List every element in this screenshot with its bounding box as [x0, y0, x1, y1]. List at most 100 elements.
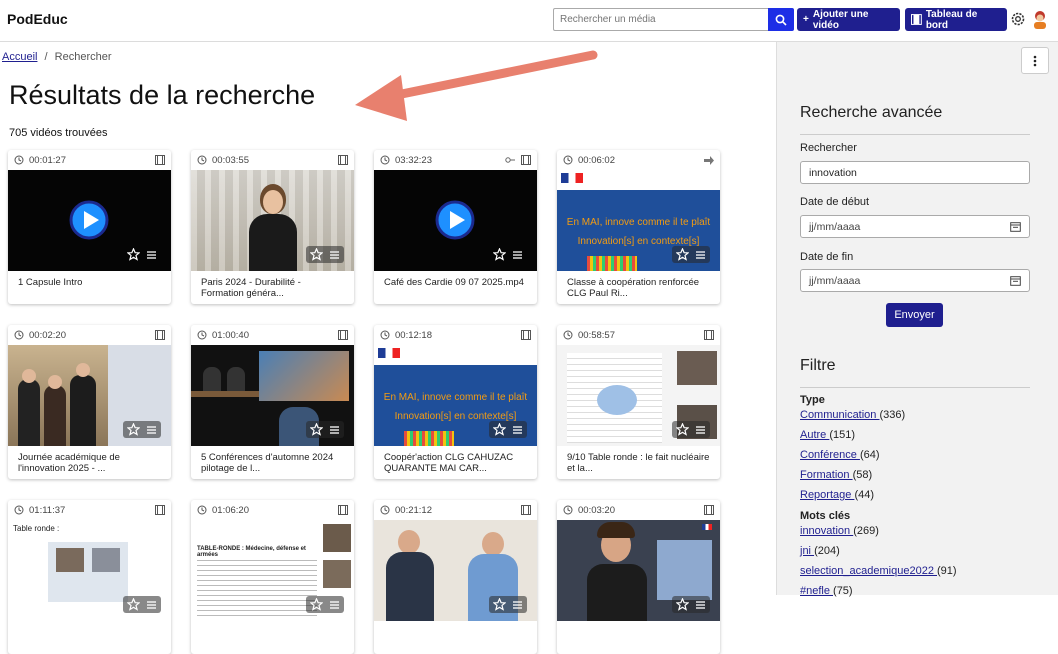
filter-item: Communication (336): [800, 409, 906, 421]
filter-item: Conférence (64): [800, 449, 880, 461]
video-title[interactable]: Café des Cardie 09 07 2025.mp4: [374, 271, 537, 288]
star-icon[interactable]: [127, 248, 140, 261]
star-icon[interactable]: [676, 598, 689, 611]
video-thumbnail[interactable]: [8, 170, 171, 271]
star-icon[interactable]: [493, 598, 506, 611]
video-card[interactable]: 01:00:40 5 Conférences d'automne 2024 pil…: [191, 325, 354, 479]
card-header: 00:06:02: [557, 150, 720, 170]
video-duration: 00:06:02: [578, 154, 615, 166]
video-thumbnail[interactable]: [191, 170, 354, 271]
video-title[interactable]: [374, 621, 537, 627]
playlist-icon[interactable]: [329, 250, 340, 260]
video-thumbnail[interactable]: [557, 520, 720, 621]
video-title[interactable]: 1 Capsule Intro: [8, 271, 171, 288]
playlist-icon[interactable]: [695, 600, 706, 610]
video-thumbnail[interactable]: Table ronde :: [8, 520, 171, 621]
card-actions: [489, 246, 527, 263]
video-thumbnail[interactable]: [557, 345, 720, 446]
playlist-icon[interactable]: [329, 425, 340, 435]
video-thumbnail[interactable]: [374, 520, 537, 621]
card-header: 00:21:12: [374, 500, 537, 520]
video-thumbnail[interactable]: [374, 170, 537, 271]
results-count: 705 vidéos trouvées: [9, 127, 108, 139]
clock-icon: [563, 330, 573, 340]
playlist-icon[interactable]: [146, 600, 157, 610]
search-input[interactable]: [553, 8, 768, 31]
star-icon[interactable]: [493, 423, 506, 436]
video-card[interactable]: 01:11:37 Table ronde :: [8, 500, 171, 654]
star-icon[interactable]: [493, 248, 506, 261]
video-title[interactable]: Classe à coopération renforcée CLG Paul …: [557, 271, 720, 299]
avatar[interactable]: [1031, 10, 1049, 30]
playlist-icon[interactable]: [146, 250, 157, 260]
clock-icon: [380, 155, 390, 165]
video-thumbnail[interactable]: TABLE-RONDE : Médecine, défense et armée…: [191, 520, 354, 621]
star-icon[interactable]: [310, 423, 323, 436]
playlist-icon[interactable]: [329, 600, 340, 610]
video-title[interactable]: 9/10 Table ronde : le fait nucléaire et …: [557, 446, 720, 474]
playlist-icon[interactable]: [695, 250, 706, 260]
end-date-field[interactable]: jj/mm/aaaa: [800, 269, 1030, 292]
clock-icon: [563, 505, 573, 515]
search-button[interactable]: [768, 8, 794, 31]
video-card[interactable]: 00:21:12: [374, 500, 537, 654]
playlist-icon[interactable]: [512, 250, 523, 260]
submit-button[interactable]: Envoyer: [886, 303, 943, 327]
playlist-icon[interactable]: [512, 600, 523, 610]
play-icon[interactable]: [69, 200, 109, 240]
card-actions: [489, 596, 527, 613]
add-video-button[interactable]: + Ajouter une vidéo: [797, 8, 900, 31]
film-icon: [155, 330, 165, 340]
sidebar-menu-button[interactable]: [1021, 47, 1049, 74]
video-thumbnail[interactable]: [8, 345, 171, 446]
card-actions: [672, 246, 710, 263]
brand-logo[interactable]: PodEduc: [7, 11, 68, 27]
video-card[interactable]: 03:32:23 Café des Cardie 09 07 2025.mp4: [374, 150, 537, 304]
gear-icon[interactable]: [1010, 11, 1026, 27]
calendar-icon[interactable]: [1010, 275, 1021, 286]
playlist-icon[interactable]: [695, 425, 706, 435]
video-thumbnail[interactable]: En MAI, innove comme il te plaît Innovati…: [374, 345, 537, 446]
video-title[interactable]: Coopér'action CLG CAHUZAC QUARANTE MAI C…: [374, 446, 537, 474]
video-duration: 03:32:23: [395, 154, 432, 166]
video-card[interactable]: 00:03:20: [557, 500, 720, 654]
card-header: 00:01:27: [8, 150, 171, 170]
calendar-icon[interactable]: [1010, 221, 1021, 232]
card-actions: [306, 421, 344, 438]
star-icon[interactable]: [127, 598, 140, 611]
video-title[interactable]: [8, 621, 171, 627]
star-icon[interactable]: [676, 423, 689, 436]
video-duration: 01:00:40: [212, 329, 249, 341]
video-card[interactable]: 00:58:57 9/10 Table ronde : le fait nuclé…: [557, 325, 720, 479]
video-title[interactable]: Paris 2024 - Durabilité - Formation géné…: [191, 271, 354, 299]
star-icon[interactable]: [127, 423, 140, 436]
star-icon[interactable]: [310, 248, 323, 261]
clock-icon: [14, 330, 24, 340]
play-icon[interactable]: [435, 200, 475, 240]
card-header: 00:03:55: [191, 150, 354, 170]
filter-title: Filtre: [800, 357, 836, 374]
video-thumbnail[interactable]: [191, 345, 354, 446]
video-card[interactable]: 00:03:55 Paris 2024 - Durabilité - Format…: [191, 150, 354, 304]
video-thumbnail[interactable]: En MAI, innove comme il te plaît Innovati…: [557, 170, 720, 271]
video-duration: 00:21:12: [395, 504, 432, 516]
video-title[interactable]: Journée académique de l'innovation 2025 …: [8, 446, 171, 474]
video-title[interactable]: [191, 621, 354, 627]
playlist-icon[interactable]: [146, 425, 157, 435]
video-card[interactable]: 00:01:27 1 Capsule Intro: [8, 150, 171, 304]
video-title[interactable]: 5 Conférences d'automne 2024 pilotage de…: [191, 446, 354, 474]
video-card[interactable]: 01:06:20 TABLE-RONDE : Médecine, défense …: [191, 500, 354, 654]
start-date-field[interactable]: jj/mm/aaaa: [800, 215, 1030, 238]
star-icon[interactable]: [310, 598, 323, 611]
video-card[interactable]: 00:06:02 En MAI, innove comme il te plaît…: [557, 150, 720, 304]
playlist-icon[interactable]: [512, 425, 523, 435]
video-card[interactable]: 00:02:20 Journée académique de l'innovati…: [8, 325, 171, 479]
dashboard-button[interactable]: Tableau de bord: [905, 8, 1007, 31]
breadcrumb-home-link[interactable]: Accueil: [2, 51, 37, 63]
video-title[interactable]: [557, 621, 720, 627]
filter-tags-label: Mots clés: [800, 510, 851, 522]
video-card[interactable]: 00:12:18 En MAI, innove comme il te plaît…: [374, 325, 537, 479]
star-icon[interactable]: [676, 248, 689, 261]
advanced-search-input[interactable]: innovation: [800, 161, 1030, 184]
header-search: [553, 8, 794, 31]
